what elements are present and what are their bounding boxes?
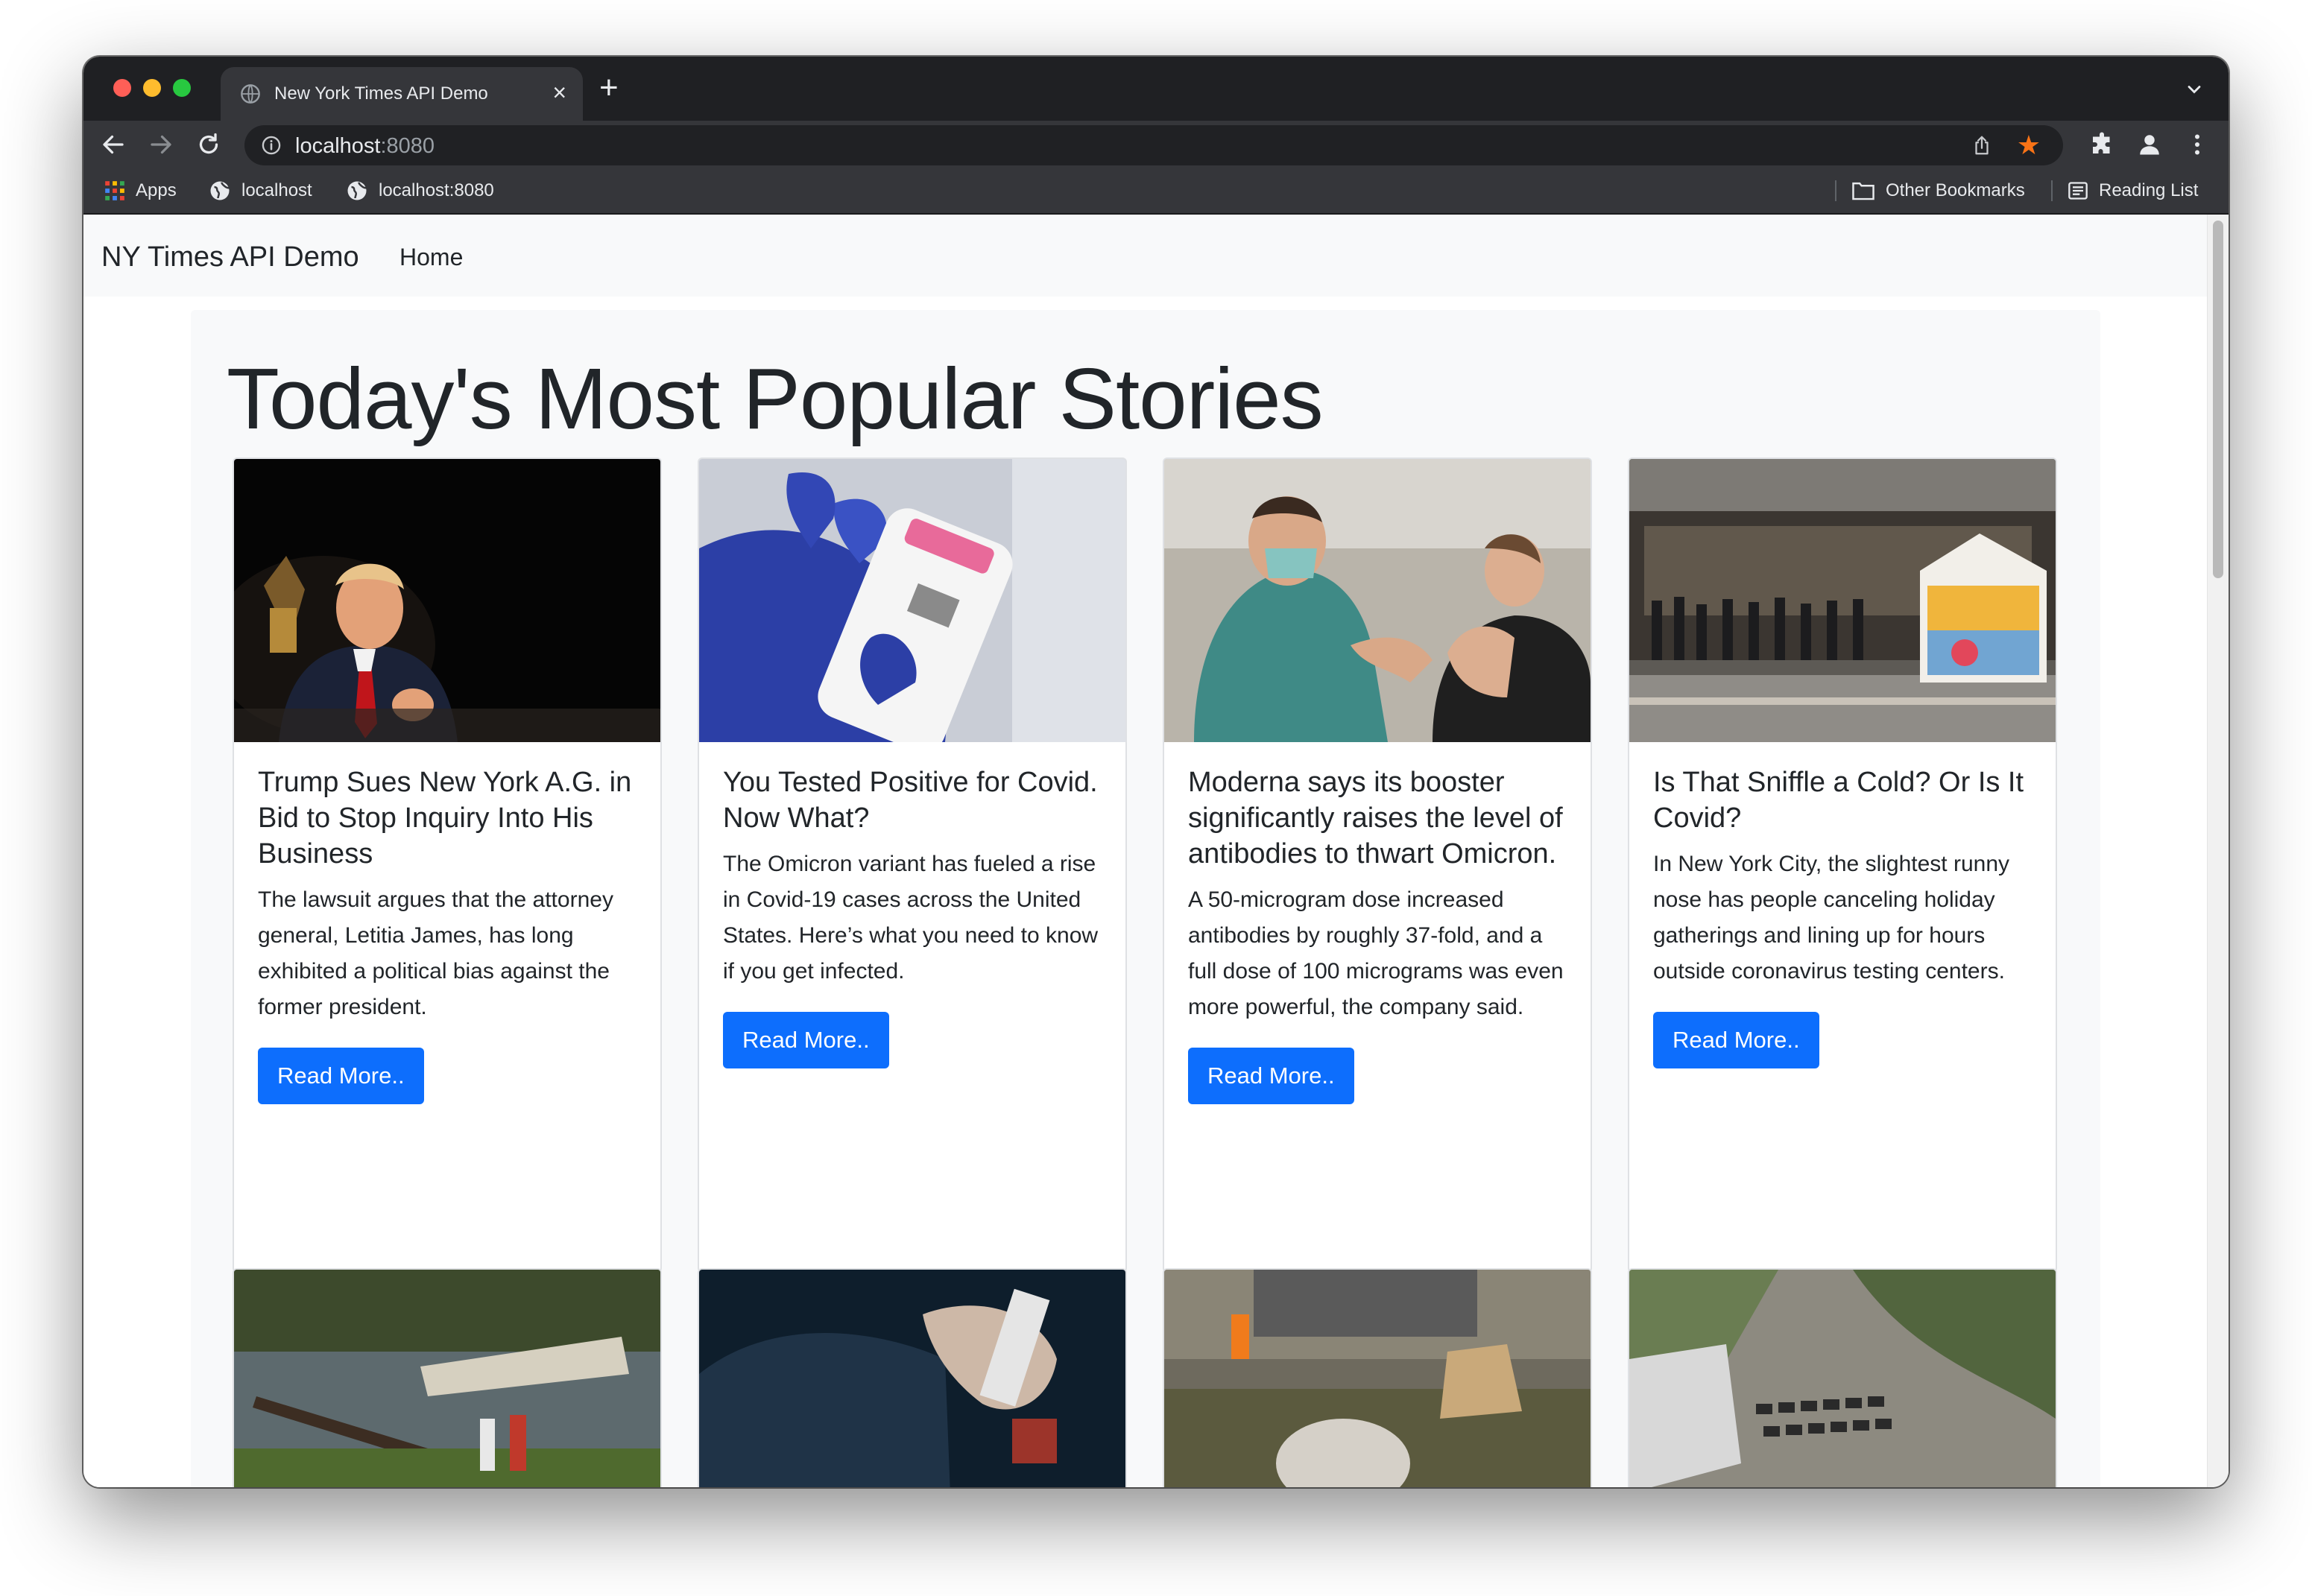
chevron-down-icon[interactable] (2184, 79, 2205, 100)
bookmark-other-label: Other Bookmarks (1886, 180, 2025, 200)
bookmark-localhost-8080-label: localhost:8080 (379, 180, 494, 200)
bookmark-star-icon[interactable]: ★ (2017, 131, 2041, 159)
bookmark-divider (1835, 180, 1836, 201)
globe-icon (210, 181, 230, 200)
reading-list-button[interactable]: Reading List (2068, 168, 2198, 213)
reading-list-icon (2068, 182, 2088, 200)
tab-close-icon[interactable]: × (552, 79, 566, 106)
bookmarks-bar: Apps localhost localhost:8080 Other Book… (83, 168, 2229, 215)
story-card: Trump Sues New York A.G. in Bid to Stop … (233, 457, 662, 1273)
story-card-body: Trump Sues New York A.G. in Bid to Stop … (258, 764, 638, 1104)
story-abstract: A 50-microgram dose increased antibodies… (1188, 887, 1564, 1019)
tab-title: New York Times API Demo (274, 83, 488, 104)
site-navbar: NY Times API Demo Home (83, 215, 2208, 297)
story-card (1163, 1268, 1592, 1487)
stories-container: Today's Most Popular Stories Trump Sues … (191, 310, 2100, 1487)
active-tab[interactable]: New York Times API Demo × (221, 67, 583, 121)
read-more-button[interactable]: Read More.. (723, 1012, 889, 1068)
browser-toolbar: localhost:8080 ★ (83, 121, 2229, 168)
story-image (1629, 1270, 2056, 1487)
navbar-brand[interactable]: NY Times API Demo (101, 241, 359, 273)
bookmark-divider (2051, 180, 2053, 201)
globe-icon (241, 84, 260, 104)
maximize-window-button[interactable] (173, 79, 191, 97)
story-card (698, 1268, 1127, 1487)
read-more-button[interactable]: Read More.. (258, 1048, 424, 1104)
story-abstract: The Omicron variant has fueled a rise in… (723, 852, 1099, 984)
reading-list-label: Reading List (2099, 180, 2199, 200)
address-bar[interactable]: localhost:8080 ★ (244, 125, 2063, 165)
story-card: You Tested Positive for Covid. Now What?… (698, 457, 1127, 1273)
bookmark-localhost-8080[interactable]: localhost:8080 (346, 168, 494, 213)
forward-arrow-icon[interactable] (148, 131, 174, 158)
story-image (1164, 459, 1591, 742)
close-window-button[interactable] (113, 79, 131, 97)
url-host: localhost (295, 134, 381, 158)
story-card-body: Moderna says its booster significantly r… (1188, 764, 1568, 1104)
folder-icon (1852, 182, 1874, 200)
story-abstract: In New York City, the slightest runny no… (1653, 852, 2010, 984)
bookmark-localhost[interactable]: localhost (209, 168, 312, 213)
story-title: Trump Sues New York A.G. in Bid to Stop … (258, 767, 632, 870)
story-image (699, 459, 1125, 742)
url-port: :8080 (380, 134, 435, 158)
story-card-body: You Tested Positive for Covid. Now What?… (723, 764, 1103, 1068)
vertical-scrollbar[interactable] (2207, 215, 2229, 1487)
kebab-menu-icon[interactable] (2184, 131, 2211, 158)
story-title: Moderna says its booster significantly r… (1188, 767, 1563, 870)
bookmark-apps-label: Apps (136, 180, 177, 200)
apps-grid-icon (105, 181, 124, 200)
read-more-button[interactable]: Read More.. (1188, 1048, 1354, 1104)
story-image (1629, 459, 2056, 742)
back-arrow-icon[interactable] (100, 131, 127, 158)
reload-icon[interactable] (195, 131, 222, 158)
title-bar: New York Times API Demo × + (83, 57, 2229, 121)
bookmark-localhost-label: localhost (241, 180, 312, 200)
story-card-body: Is That Sniffle a Cold? Or Is It Covid? … (1653, 764, 2033, 1068)
new-tab-button[interactable]: + (599, 72, 619, 104)
minimize-window-button[interactable] (143, 79, 161, 97)
story-image (699, 1270, 1125, 1487)
story-card: Is That Sniffle a Cold? Or Is It Covid? … (1628, 457, 2057, 1273)
share-icon[interactable] (1971, 134, 1993, 156)
extensions-puzzle-icon[interactable] (2088, 131, 2115, 158)
story-card: Moderna says its booster significantly r… (1163, 457, 1592, 1273)
nav-link-home[interactable]: Home (399, 244, 463, 271)
story-title: You Tested Positive for Covid. Now What? (723, 767, 1098, 834)
page-heading: Today's Most Popular Stories (227, 350, 1324, 447)
url-text[interactable]: localhost:8080 (295, 134, 435, 159)
story-abstract: The lawsuit argues that the attorney gen… (258, 887, 613, 1019)
read-more-button[interactable]: Read More.. (1653, 1012, 1819, 1068)
story-image (1164, 1270, 1591, 1487)
bookmark-other[interactable]: Other Bookmarks (1851, 168, 2025, 213)
story-card (1628, 1268, 2057, 1487)
story-card (233, 1268, 662, 1487)
globe-icon (347, 181, 367, 200)
story-title: Is That Sniffle a Cold? Or Is It Covid? (1653, 767, 2024, 834)
story-image (234, 459, 660, 742)
page-viewport: NY Times API Demo Home Today's Most Popu… (83, 215, 2229, 1487)
story-image (234, 1270, 660, 1487)
profile-avatar-icon[interactable] (2136, 131, 2163, 158)
info-icon[interactable] (261, 135, 282, 156)
bookmark-apps[interactable]: Apps (104, 168, 177, 213)
scrollbar-thumb[interactable] (2213, 221, 2223, 578)
browser-window: New York Times API Demo × + localhost:80… (83, 57, 2229, 1487)
